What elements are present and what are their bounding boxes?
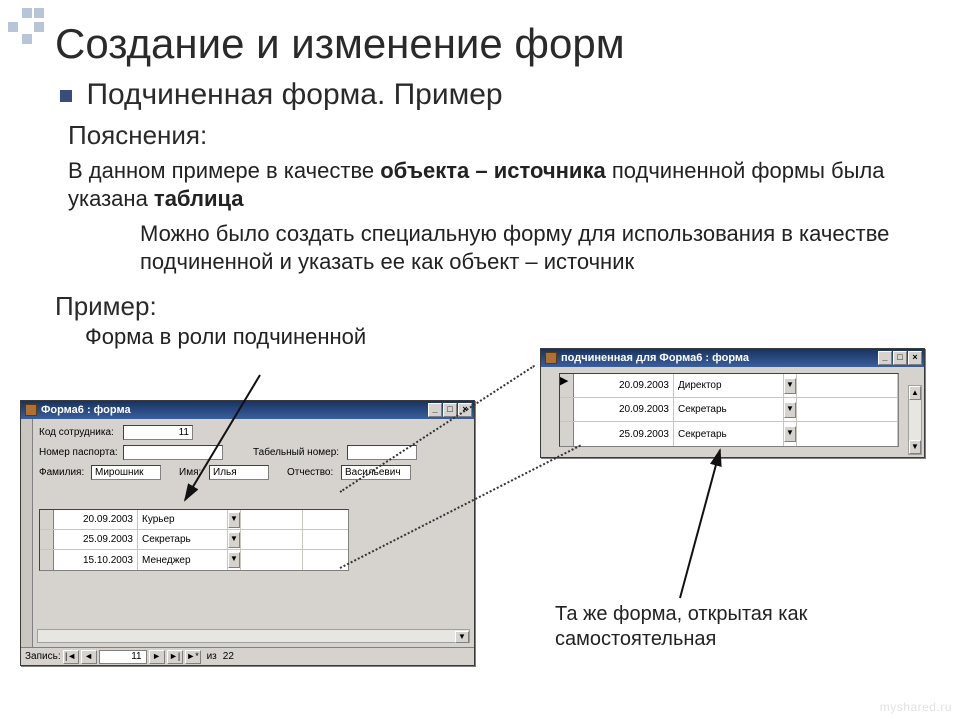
cell-extra[interactable] [241,550,303,570]
subform: 20.09.2003 Курьер ▼ 25.09.2003 Секретарь… [39,509,349,571]
label-passport: Номер паспорта: [39,447,119,458]
window2-title: подчиненная для Форма6 : форма [561,352,878,364]
window1-titlebar[interactable]: Форма6 : форма _ □ × [21,401,474,419]
notes-paragraph-2: Можно было создать специальную форму для… [0,216,960,279]
dropdown-button[interactable]: ▼ [784,378,796,394]
bullet-icon [60,90,72,102]
table-row[interactable]: ▶ 20.09.2003 Директор ▼ [560,374,898,398]
nav-first-button[interactable]: |◄ [63,650,79,664]
row-selector-icon[interactable] [560,398,574,421]
record-navigator: Запись: |◄ ◄ 11 ► ►| ►* из 22 [21,647,474,665]
row-selector-icon[interactable] [560,422,574,446]
cell-date[interactable]: 25.09.2003 [54,530,138,549]
label-tab: Табельный номер: [253,447,343,458]
cell-extra[interactable] [241,530,303,549]
dropdown-button[interactable]: ▼ [784,402,796,418]
scroll-down-button[interactable]: ▼ [909,440,921,454]
row-selector-icon[interactable] [40,550,54,570]
row-selector-icon[interactable] [40,510,54,529]
nav-total: 22 [223,651,234,662]
label-name: Имя: [179,467,205,478]
field-code[interactable]: 11 [123,425,193,440]
corner-decoration [8,8,48,48]
label-code: Код сотрудника: [39,427,119,438]
notes-label: Пояснения: [0,112,960,155]
label-surname: Фамилия: [39,467,87,478]
scroll-down-button[interactable]: ▼ [455,631,469,643]
nav-current-record[interactable]: 11 [99,650,147,664]
field-passport[interactable] [123,445,223,460]
minimize-button[interactable]: _ [878,351,892,365]
cell-extra[interactable] [241,510,303,529]
window1-title: Форма6 : форма [41,404,428,416]
maximize-button[interactable]: □ [893,351,907,365]
dropdown-button[interactable]: ▼ [228,512,240,528]
nav-prev-button[interactable]: ◄ [81,650,97,664]
dropdown-button[interactable]: ▼ [784,426,796,442]
arrow-to-window2 [680,450,720,598]
table-row[interactable]: 15.10.2003 Менеджер ▼ [40,550,348,570]
table-row[interactable]: 25.09.2003 Секретарь ▼ [560,422,898,446]
table-row[interactable]: 20.09.2003 Курьер ▼ [40,510,348,530]
cell-role[interactable]: Курьер [138,510,228,529]
table-row[interactable]: 25.09.2003 Секретарь ▼ [40,530,348,550]
cell-role[interactable]: Секретарь [674,398,784,421]
slide-title: Создание и изменение форм [0,0,960,78]
minimize-button[interactable]: _ [428,403,442,417]
close-button[interactable]: × [908,351,922,365]
field-name[interactable]: Илья [209,465,269,480]
access-form-icon [25,404,37,416]
caption-standalone: Та же форма, открытая как самостоятельна… [555,602,915,652]
scrollbar[interactable]: ▲ ▼ [908,385,922,455]
subform: ▶ 20.09.2003 Директор ▼ 20.09.2003 Секре… [559,373,899,447]
nav-of-label: из [207,651,217,662]
dropdown-button[interactable]: ▼ [228,532,240,548]
cell-extra[interactable] [797,422,898,446]
row-selector-icon[interactable] [40,530,54,549]
row-selector-icon[interactable]: ▶ [560,374,574,397]
watermark: myshared.ru [880,700,952,714]
example-label: Пример: [0,279,960,322]
field-surname[interactable]: Мирошник [91,465,161,480]
window2-titlebar[interactable]: подчиненная для Форма6 : форма _ □ × [541,349,924,367]
cell-role[interactable]: Менеджер [138,550,228,570]
cell-date[interactable]: 15.10.2003 [54,550,138,570]
cell-date[interactable]: 20.09.2003 [574,398,674,421]
nav-new-button[interactable]: ►* [185,650,201,664]
nav-next-button[interactable]: ► [149,650,165,664]
cell-role[interactable]: Секретарь [674,422,784,446]
cell-role[interactable]: Секретарь [138,530,228,549]
nav-last-button[interactable]: ►| [167,650,183,664]
cell-date[interactable]: 20.09.2003 [574,374,674,397]
cell-extra[interactable] [797,398,898,421]
label-patr: Отчество: [287,467,337,478]
record-selector[interactable] [21,419,33,647]
scroll-up-button[interactable]: ▲ [909,386,921,400]
table-row[interactable]: 20.09.2003 Секретарь ▼ [560,398,898,422]
cell-role[interactable]: Директор [674,374,784,397]
cell-date[interactable]: 20.09.2003 [54,510,138,529]
slide-subtitle: Подчиненная форма. Пример [86,78,502,111]
notes-paragraph-1: В данном примере в качестве объекта – ис… [0,155,960,216]
cell-date[interactable]: 25.09.2003 [574,422,674,446]
dropdown-button[interactable]: ▼ [228,552,240,568]
nav-label: Запись: [25,651,61,662]
access-form-icon [545,352,557,364]
cell-extra[interactable] [797,374,898,397]
